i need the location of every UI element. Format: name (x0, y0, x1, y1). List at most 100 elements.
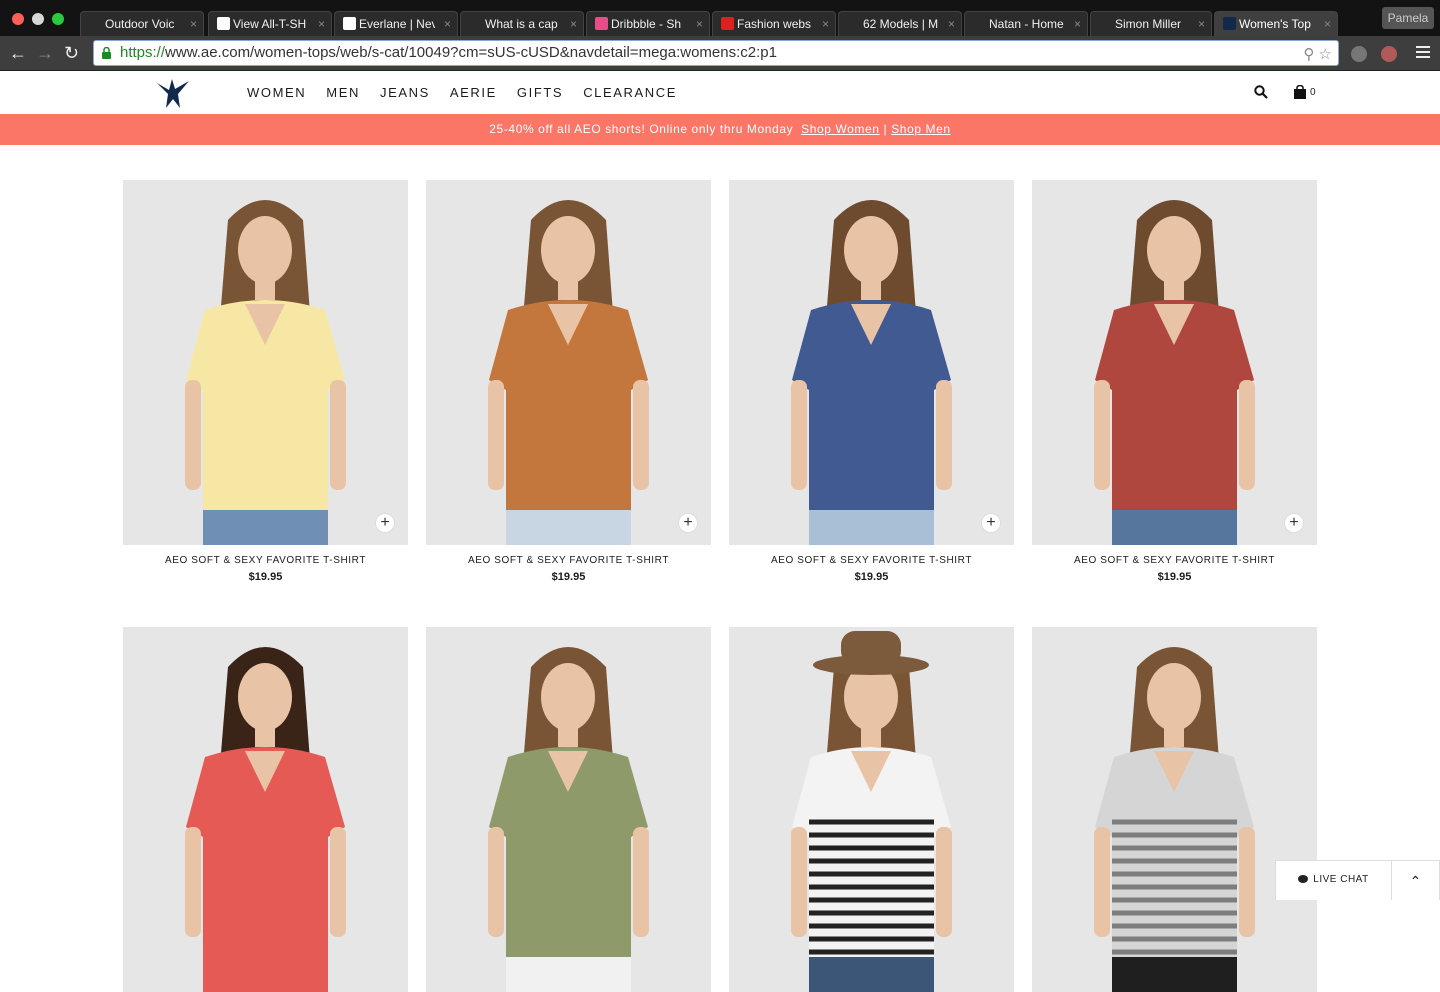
scroll-to-top-button[interactable]: ⌃ (1391, 860, 1440, 900)
bookmark-star-icon[interactable]: ☆ (1319, 46, 1332, 63)
url-text: www.ae.com/women-tops/web/s-cat/10049?cm… (165, 44, 777, 61)
product-image[interactable] (123, 627, 408, 992)
product-name[interactable]: AEO SOFT & SEXY FAVORITE T-SHIRT (123, 555, 408, 566)
chat-bubble-icon (1298, 875, 1309, 883)
tab-close-icon[interactable]: × (1198, 12, 1205, 36)
quick-add-plus-icon[interactable]: + (678, 513, 698, 533)
menu-icon[interactable] (1416, 46, 1430, 61)
product-image[interactable]: + (426, 180, 711, 545)
quick-add-plus-icon[interactable]: + (1284, 513, 1304, 533)
nav-item-gifts[interactable]: GIFTS (517, 85, 563, 100)
tab-close-icon[interactable]: × (444, 12, 451, 36)
live-chat-label: LIVE CHAT (1313, 874, 1369, 885)
lock-icon (102, 47, 111, 59)
browser-tab[interactable]: What is a cap × (460, 11, 584, 36)
model-photo (1032, 627, 1317, 992)
browser-tab[interactable]: Dribbble - Sh × (586, 11, 710, 36)
product-card[interactable]: + AEO SOFT & SEXY FAVORITE T-SHIRT $19.95 (729, 180, 1014, 583)
tab-title: View All-T-SH (233, 17, 307, 31)
nav-item-jeans[interactable]: JEANS (380, 85, 430, 100)
tab-close-icon[interactable]: × (948, 12, 955, 36)
tab-close-icon[interactable]: × (822, 12, 829, 36)
shop-men-link[interactable]: Shop Men (891, 122, 951, 136)
product-card[interactable] (729, 627, 1014, 992)
browser-tab-bar: Outdoor Voic × View All-T-SH × Everlane | Ne… (0, 0, 1440, 36)
browser-tab[interactable]: View All-T-SH × (208, 11, 332, 36)
nav-item-aerie[interactable]: AERIE (450, 85, 497, 100)
browser-tab[interactable]: Fashion webs × (712, 11, 836, 36)
product-card[interactable] (426, 627, 711, 992)
shop-women-link[interactable]: Shop Women (801, 122, 880, 136)
window-minimize-button[interactable] (32, 13, 44, 25)
browser-tab[interactable]: Simon Miller × (1090, 11, 1212, 36)
tab-title: Women's Top (1239, 17, 1311, 31)
tab-title: Simon Miller (1115, 17, 1182, 31)
quick-add-plus-icon[interactable]: + (981, 513, 1001, 533)
browser-tab[interactable]: Everlane | Nev × (334, 11, 458, 36)
browser-tab[interactable]: 62 Models | M × (838, 11, 962, 36)
search-icon[interactable] (1254, 85, 1268, 99)
forward-arrow-icon[interactable]: → (36, 44, 54, 62)
reload-icon[interactable]: ↻ (64, 44, 79, 62)
promo-separator: | (883, 122, 888, 136)
tab-title: Everlane | Nev (359, 17, 435, 31)
tab-close-icon[interactable]: × (318, 12, 325, 36)
tab-close-icon[interactable]: × (190, 12, 197, 36)
browser-tab[interactable]: Outdoor Voic × (80, 11, 204, 36)
favicon-icon (217, 17, 230, 30)
zoom-icon[interactable]: ⚲ (1303, 46, 1314, 63)
product-name[interactable]: AEO SOFT & SEXY FAVORITE T-SHIRT (729, 555, 1014, 566)
product-image[interactable]: + (1032, 180, 1317, 545)
site-header: WOMEN MEN JEANS AERIE GIFTS CLEARANCE 0 (0, 71, 1440, 114)
nav-item-clearance[interactable]: CLEARANCE (583, 85, 677, 100)
browser-tab[interactable]: Women's Top × (1214, 11, 1338, 36)
product-card[interactable]: + AEO SOFT & SEXY FAVORITE T-SHIRT $19.95 (426, 180, 711, 583)
favicon-icon (847, 17, 860, 30)
tab-title: Outdoor Voic (105, 17, 175, 31)
product-image[interactable] (729, 627, 1014, 992)
tab-close-icon[interactable]: × (1324, 12, 1331, 36)
browser-tab[interactable]: Natan - Home × (964, 11, 1088, 36)
model-photo (729, 180, 1014, 545)
favicon-icon (89, 17, 102, 30)
model-photo (123, 627, 408, 992)
shopping-bag-icon[interactable] (1294, 85, 1306, 99)
promo-banner: 25-40% off all AEO shorts! Online only t… (0, 114, 1440, 145)
product-card[interactable] (1032, 627, 1317, 992)
window-close-button[interactable] (12, 13, 24, 25)
live-chat-button[interactable]: LIVE CHAT (1275, 860, 1392, 900)
browser-toolbar: ← → ↻ https://www.ae.com/women-tops/web/… (0, 36, 1440, 71)
favicon-icon (469, 17, 482, 30)
tab-close-icon[interactable]: × (570, 12, 577, 36)
product-image[interactable]: + (123, 180, 408, 545)
window-zoom-button[interactable] (52, 13, 64, 25)
favicon-icon (343, 17, 356, 30)
eagle-logo-icon[interactable] (155, 75, 191, 109)
tab-title: Dribbble - Sh (611, 17, 682, 31)
product-card[interactable] (123, 627, 408, 992)
tab-close-icon[interactable]: × (1074, 12, 1081, 36)
product-name[interactable]: AEO SOFT & SEXY FAVORITE T-SHIRT (1032, 555, 1317, 566)
extension-icon[interactable] (1351, 46, 1367, 62)
back-arrow-icon[interactable]: ← (9, 44, 27, 62)
extension-avatar-icon[interactable] (1381, 46, 1397, 62)
tab-title: Natan - Home (989, 17, 1064, 31)
product-image[interactable] (426, 627, 711, 992)
favicon-icon (973, 17, 986, 30)
favicon-icon (1223, 17, 1236, 30)
model-photo (426, 627, 711, 992)
product-card[interactable]: + AEO SOFT & SEXY FAVORITE T-SHIRT $19.95 (1032, 180, 1317, 583)
nav-item-women[interactable]: WOMEN (247, 85, 306, 100)
quick-add-plus-icon[interactable]: + (375, 513, 395, 533)
tab-close-icon[interactable]: × (696, 12, 703, 36)
product-image[interactable]: + (729, 180, 1014, 545)
address-bar[interactable]: https://www.ae.com/women-tops/web/s-cat/… (93, 40, 1339, 66)
profile-button[interactable]: Pamela (1382, 7, 1434, 29)
tab-title: Fashion webs (737, 17, 812, 31)
product-name[interactable]: AEO SOFT & SEXY FAVORITE T-SHIRT (426, 555, 711, 566)
nav-item-men[interactable]: MEN (326, 85, 360, 100)
product-image[interactable] (1032, 627, 1317, 992)
favicon-icon (721, 17, 734, 30)
product-card[interactable]: + AEO SOFT & SEXY FAVORITE T-SHIRT $19.95 (123, 180, 408, 583)
model-photo (729, 627, 1014, 992)
